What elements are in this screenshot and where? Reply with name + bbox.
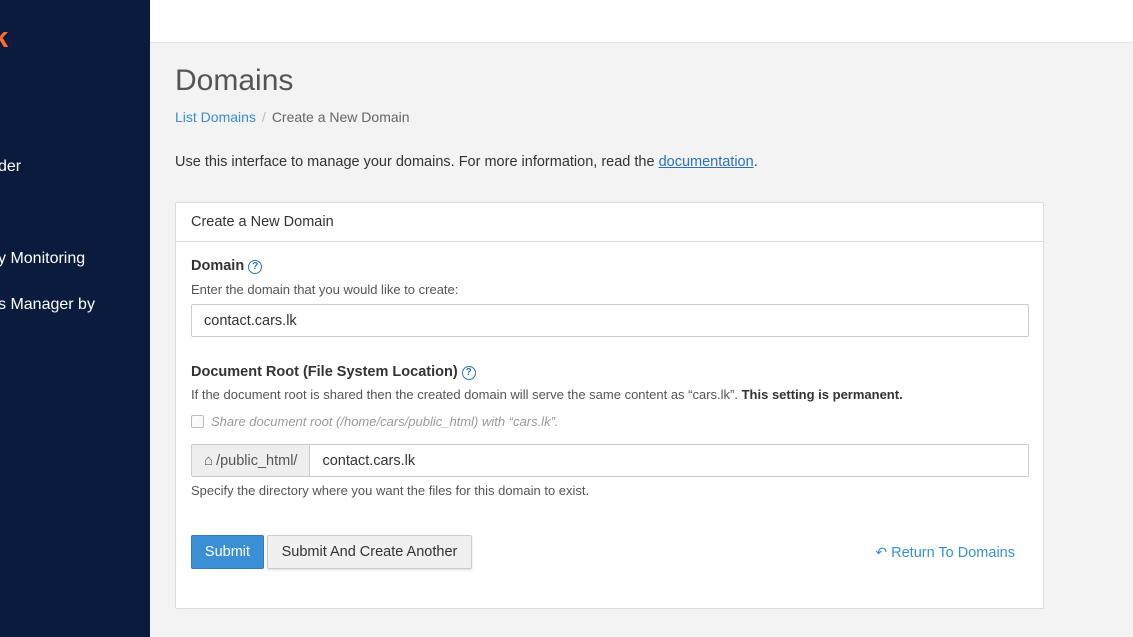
document-root-label: Document Root (File System Location)?: [191, 364, 476, 380]
breadcrumb-current: Create a New Domain: [271, 109, 410, 125]
document-root-input[interactable]: [309, 444, 1029, 477]
logo: ter.lk: [0, 22, 9, 54]
top-bar: [150, 0, 1133, 43]
question-circle-icon[interactable]: ?: [461, 366, 476, 380]
return-to-domains-label: Return To Domains: [891, 545, 1015, 561]
document-root-label-text: Document Root (File System Location): [191, 364, 458, 380]
intro-text-body: Use this interface to manage your domain…: [175, 154, 659, 170]
sidebar-item-2[interactable]: y Monitoring: [0, 250, 85, 268]
submit-and-create-another-button[interactable]: Submit And Create Another: [267, 535, 472, 569]
breadcrumb-separator: /: [261, 109, 266, 125]
permanent-warning: This setting is permanent.: [741, 387, 903, 402]
document-root-input-group: ⌂/public_html/: [191, 444, 1029, 477]
document-root-prefix: ⌂/public_html/: [191, 444, 310, 477]
domain-label-text: Domain: [191, 258, 245, 274]
document-root-hint: If the document root is shared then the …: [191, 387, 903, 402]
document-root-prefix-text: /public_html/: [216, 452, 298, 469]
submit-button[interactable]: Submit: [191, 535, 264, 569]
intro-text-end: .: [753, 154, 758, 170]
document-root-hint-text: If the document root is shared then the …: [191, 387, 742, 402]
share-docroot-checkbox[interactable]: [191, 415, 204, 428]
documentation-link[interactable]: documentation: [659, 154, 754, 170]
reply-arrow-icon: ↶: [875, 544, 888, 560]
domain-hint: Enter the domain that you would like to …: [191, 282, 459, 297]
panel-header: Create a New Domain: [176, 203, 1043, 242]
sidebar-item-3[interactable]: s Manager by: [0, 296, 95, 314]
return-to-domains-link[interactable]: ↶ Return To Domains: [875, 544, 1015, 561]
breadcrumb-list-domains-link[interactable]: List Domains: [175, 109, 256, 125]
home-icon: ⌂: [204, 452, 214, 469]
share-docroot-label: Share document root (/home/cars/public_h…: [211, 414, 559, 429]
domain-input[interactable]: [191, 304, 1029, 337]
share-docroot-row: Share document root (/home/cars/public_h…: [191, 414, 559, 429]
domain-label: Domain?: [191, 258, 263, 274]
sidebar-item-1[interactable]: der: [0, 158, 21, 176]
document-root-help: Specify the directory where you want the…: [191, 483, 590, 498]
page-title: Domains: [175, 64, 294, 97]
breadcrumb: List Domains / Create a New Domain: [175, 109, 410, 125]
sidebar: ter.lk der y Monitoring s Manager by: [0, 0, 150, 637]
create-domain-panel: Create a New Domain Domain? Enter the do…: [175, 202, 1044, 609]
intro-text: Use this interface to manage your domain…: [175, 154, 758, 170]
question-circle-icon[interactable]: ?: [248, 260, 263, 274]
